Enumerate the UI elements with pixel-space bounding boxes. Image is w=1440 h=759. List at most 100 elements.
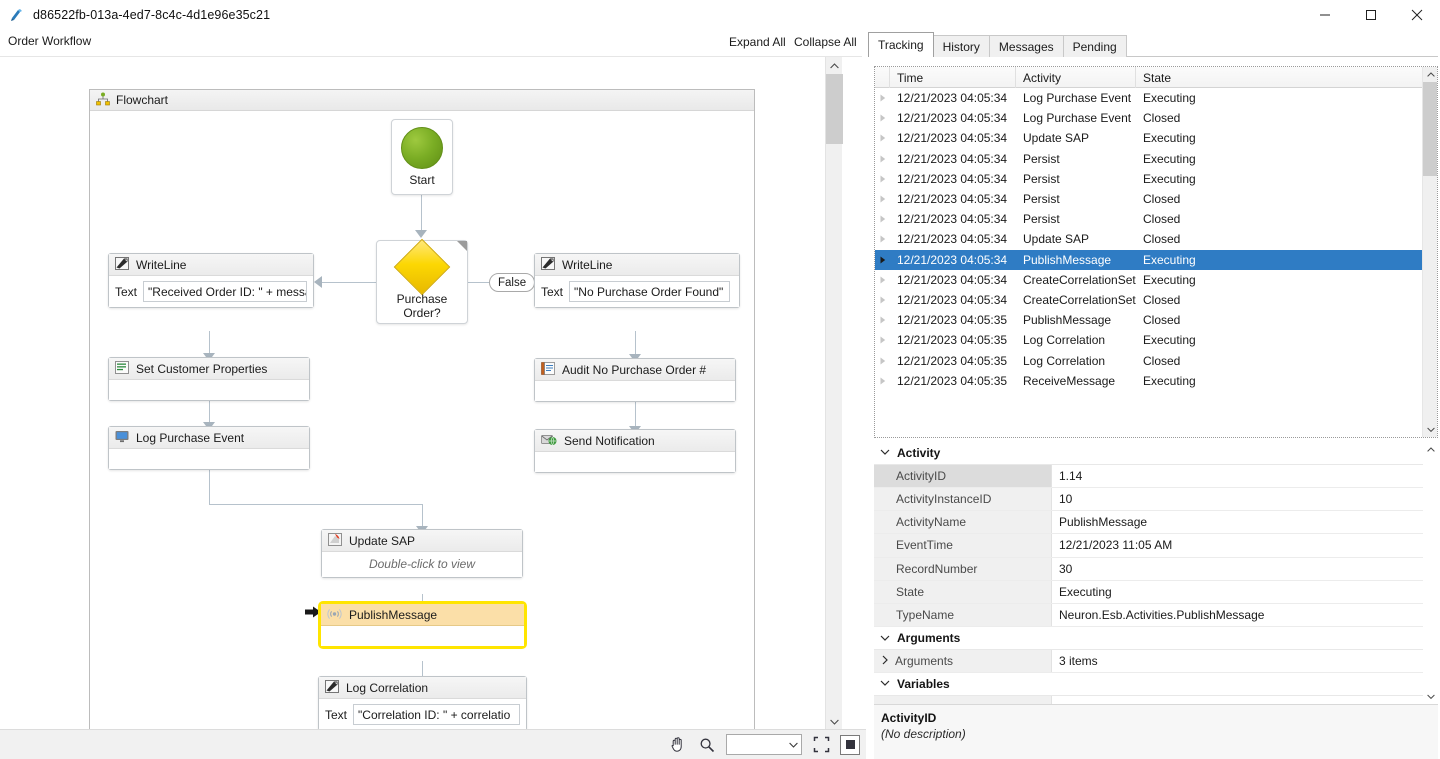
property-value[interactable]: Executing bbox=[1052, 581, 1438, 603]
column-header-time[interactable]: Time bbox=[890, 67, 1016, 88]
magnifier-icon[interactable] bbox=[696, 734, 718, 756]
property-value[interactable]: 10 bbox=[1052, 488, 1438, 510]
restore-zoom-icon[interactable] bbox=[840, 734, 860, 755]
property-value[interactable] bbox=[1052, 696, 1438, 704]
property-row[interactable]: State Executing bbox=[874, 580, 1438, 604]
node-audit-no-purchase-order[interactable]: Audit No Purchase Order # bbox=[534, 358, 736, 402]
table-row[interactable]: 12/21/2023 04:05:34 Persist Closed bbox=[875, 209, 1437, 229]
chevron-down-icon[interactable] bbox=[879, 678, 891, 689]
property-category-variables[interactable]: Variables bbox=[874, 673, 1438, 696]
tab-label: History bbox=[942, 39, 980, 54]
node-start-label: Start bbox=[409, 173, 435, 187]
table-row[interactable]: 12/21/2023 04:05:34 Log Purchase Event Exe… bbox=[875, 88, 1437, 108]
cell-state: Executing bbox=[1143, 91, 1196, 106]
hand-pan-icon[interactable] bbox=[666, 734, 688, 756]
node-set-customer-properties[interactable]: Set Customer Properties bbox=[108, 357, 310, 401]
property-value[interactable]: PublishMessage bbox=[1052, 511, 1438, 533]
table-row[interactable]: 12/21/2023 04:05:34 Update SAP Executing bbox=[875, 128, 1437, 148]
table-row[interactable]: 12/21/2023 04:05:35 Log Correlation Execut… bbox=[875, 330, 1437, 350]
scroll-up-icon[interactable] bbox=[1423, 442, 1438, 457]
zoom-level-select[interactable] bbox=[726, 734, 802, 755]
property-grid-scrollbar[interactable] bbox=[1423, 442, 1438, 704]
property-row[interactable]: TypeName Neuron.Esb.Activities.PublishMes… bbox=[874, 603, 1438, 628]
property-row-partial[interactable] bbox=[874, 695, 1438, 704]
grid-scroll-thumb[interactable] bbox=[1423, 82, 1437, 176]
property-value[interactable]: 30 bbox=[1052, 558, 1438, 580]
property-row[interactable]: Arguments 3 items bbox=[874, 649, 1438, 674]
breadcrumb[interactable]: Order Workflow bbox=[8, 34, 91, 48]
grid-vertical-scrollbar[interactable] bbox=[1422, 67, 1437, 437]
table-row[interactable]: 12/21/2023 04:05:34 CreateCorrelationSet C… bbox=[875, 290, 1437, 310]
expression-field[interactable]: "Received Order ID: " + messa bbox=[143, 281, 307, 302]
scroll-up-icon[interactable] bbox=[1423, 67, 1437, 82]
flowchart-label: Flowchart bbox=[116, 93, 169, 107]
expression-field[interactable]: "No Purchase Order Found" bbox=[569, 281, 731, 302]
scroll-down-icon[interactable] bbox=[826, 713, 843, 730]
chevron-down-icon[interactable] bbox=[879, 633, 891, 644]
property-category-arguments[interactable]: Arguments bbox=[874, 627, 1438, 650]
expand-all-button[interactable]: Expand All bbox=[729, 35, 786, 49]
workflow-canvas[interactable]: Flowchart Start Purchase Order? False Wr… bbox=[0, 57, 846, 730]
property-name bbox=[874, 695, 1052, 704]
property-value[interactable]: 12/21/2023 11:05 AM bbox=[1052, 534, 1438, 556]
tracking-grid[interactable]: Time Activity State 12/21/2023 04:05:34 L… bbox=[874, 66, 1438, 438]
table-row[interactable]: 12/21/2023 04:05:35 ReceiveMessage Executi… bbox=[875, 371, 1437, 391]
node-update-sap[interactable]: Update SAP Double-click to view bbox=[321, 529, 523, 578]
expression-field[interactable]: "Correlation ID: " + correlatio bbox=[353, 704, 520, 725]
scroll-up-icon[interactable] bbox=[826, 57, 843, 74]
table-row[interactable]: 12/21/2023 04:05:34 Update SAP Closed bbox=[875, 229, 1437, 249]
maximize-button[interactable] bbox=[1348, 0, 1394, 30]
property-row[interactable]: ActivityInstanceID 10 bbox=[874, 487, 1438, 512]
chevron-down-icon[interactable] bbox=[879, 447, 891, 458]
column-header-activity[interactable]: Activity bbox=[1016, 67, 1136, 88]
table-row[interactable]: 12/21/2023 04:05:34 Persist Executing bbox=[875, 169, 1437, 189]
close-button[interactable] bbox=[1394, 0, 1440, 30]
node-writeline-no-purchase-order[interactable]: WriteLine Text "No Purchase Order Found" bbox=[534, 253, 740, 308]
flowchart-container[interactable]: Flowchart Start Purchase Order? False Wr… bbox=[89, 89, 755, 730]
property-row[interactable]: ActivityID 1.14 bbox=[874, 464, 1438, 488]
property-value[interactable]: Neuron.Esb.Activities.PublishMessage bbox=[1052, 604, 1438, 626]
property-row[interactable]: EventTime 12/21/2023 11:05 AM bbox=[874, 534, 1438, 558]
tab-history[interactable]: History bbox=[932, 35, 990, 57]
tab-tracking[interactable]: Tracking bbox=[868, 32, 934, 57]
cell-activity: CreateCorrelationSet bbox=[1023, 292, 1136, 307]
grid-row-indicator-header bbox=[875, 67, 890, 88]
node-decision-purchase-order[interactable]: Purchase Order? bbox=[376, 238, 468, 324]
collapse-all-button[interactable]: Collapse All bbox=[794, 35, 857, 49]
table-row[interactable]: 12/21/2023 04:05:34 CreateCorrelationSet E… bbox=[875, 270, 1437, 290]
canvas-scroll-thumb[interactable] bbox=[826, 74, 843, 144]
property-row[interactable]: ActivityName PublishMessage bbox=[874, 511, 1438, 535]
property-value[interactable]: 3 items bbox=[1052, 650, 1438, 672]
scroll-down-icon[interactable] bbox=[1423, 422, 1437, 437]
connector-logpurchase-down bbox=[209, 468, 210, 504]
chevron-right-icon[interactable] bbox=[879, 655, 891, 668]
table-row[interactable]: 12/21/2023 04:05:34 Persist Closed bbox=[875, 189, 1437, 209]
table-row[interactable]: 12/21/2023 04:05:34 Persist Executing bbox=[875, 149, 1437, 169]
table-row[interactable]: 12/21/2023 04:05:34 Log Purchase Event Clo… bbox=[875, 108, 1437, 128]
property-grid[interactable]: Activity ActivityID 1.14 ActivityInstanceID… bbox=[874, 442, 1438, 704]
tab-messages[interactable]: Messages bbox=[988, 35, 1064, 57]
fit-to-screen-icon[interactable] bbox=[810, 734, 832, 756]
property-name: RecordNumber bbox=[874, 557, 1052, 580]
node-start[interactable]: Start bbox=[391, 119, 453, 195]
scroll-down-icon[interactable] bbox=[1423, 689, 1438, 704]
property-value[interactable]: 1.14 bbox=[1052, 465, 1438, 487]
cell-activity: PublishMessage bbox=[1023, 252, 1112, 267]
node-publish-message[interactable]: PublishMessage bbox=[318, 601, 527, 649]
node-writeline-received-order[interactable]: WriteLine Text "Received Order ID: " + m… bbox=[108, 253, 314, 308]
node-send-notification[interactable]: Send Notification bbox=[534, 429, 736, 473]
tab-pending[interactable]: Pending bbox=[1062, 35, 1127, 57]
table-row[interactable]: 12/21/2023 04:05:35 Log Correlation Closed bbox=[875, 350, 1437, 370]
table-row[interactable]: 12/21/2023 04:05:34 PublishMessage Executi… bbox=[875, 249, 1437, 270]
canvas-vertical-scrollbar[interactable] bbox=[825, 57, 843, 730]
row-indicator-icon bbox=[875, 128, 890, 148]
property-category-activity[interactable]: Activity bbox=[874, 442, 1438, 465]
category-label: Activity bbox=[897, 445, 941, 460]
node-log-correlation[interactable]: Log Correlation Text "Correlation ID: " … bbox=[318, 676, 527, 730]
minimize-button[interactable] bbox=[1302, 0, 1348, 30]
table-row[interactable]: 12/21/2023 04:05:35 PublishMessage Closed bbox=[875, 310, 1437, 330]
property-name: State bbox=[874, 580, 1052, 603]
node-log-purchase-event[interactable]: Log Purchase Event bbox=[108, 426, 310, 470]
column-header-state[interactable]: State bbox=[1136, 67, 1421, 88]
property-row[interactable]: RecordNumber 30 bbox=[874, 557, 1438, 581]
